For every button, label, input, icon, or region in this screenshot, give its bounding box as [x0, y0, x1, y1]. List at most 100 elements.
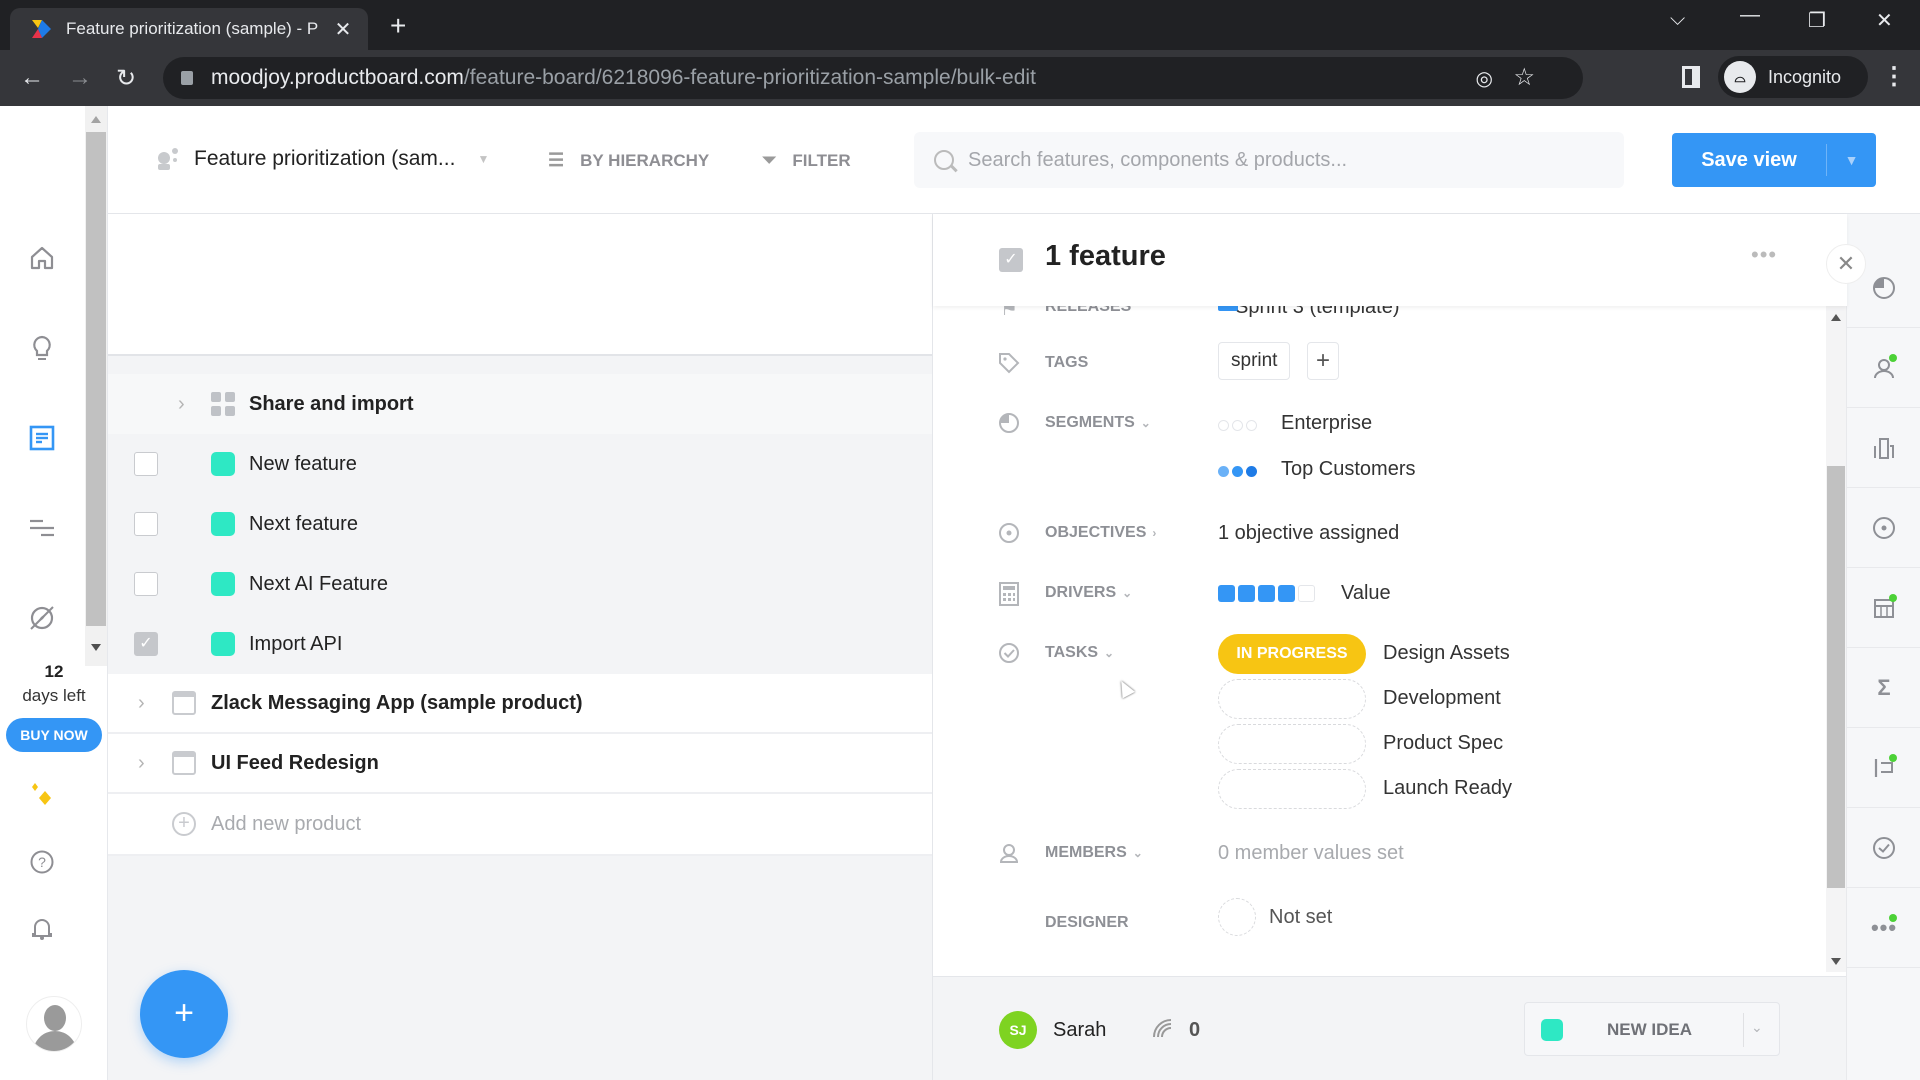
segments-label[interactable]: SEGMENTS ⌄	[1045, 414, 1151, 432]
feature-row[interactable]: New feature	[108, 434, 932, 494]
scroll-thumb[interactable]	[1827, 466, 1845, 888]
task-status-pill-empty[interactable]	[1218, 679, 1366, 719]
task-status-pill-empty[interactable]	[1218, 769, 1366, 809]
feature-row[interactable]: Next AI Feature	[108, 554, 932, 614]
calculator-icon[interactable]	[1847, 568, 1920, 648]
save-view-button[interactable]: Save view ▼	[1672, 133, 1876, 187]
owner-name[interactable]: Sarah	[1053, 1019, 1106, 1042]
driver-score-segment-filled[interactable]	[1218, 585, 1235, 602]
incognito-profile-button[interactable]: ⌓ Incognito	[1718, 56, 1868, 98]
task-status-pill[interactable]: IN PROGRESS	[1218, 634, 1366, 674]
url-field[interactable]: moodjoy.productboard.com/feature-board/6…	[163, 57, 1583, 99]
members-field[interactable]: MEMBERS ⌄ 0 member values set	[933, 832, 1813, 876]
window-close-icon[interactable]: ✕	[1876, 8, 1893, 33]
designer-label: DESIGNER	[1045, 914, 1129, 931]
save-view-dropdown-icon[interactable]: ▼	[1827, 152, 1876, 168]
feature-row[interactable]: ✓ Import API	[108, 614, 932, 674]
back-icon[interactable]: ←	[20, 64, 44, 92]
reload-icon[interactable]: ↻	[116, 64, 136, 93]
forward-icon[interactable]: →	[68, 64, 92, 92]
scroll-thumb[interactable]	[86, 132, 106, 626]
segment-importance-dots[interactable]	[1218, 420, 1257, 431]
driver-score-segment-empty[interactable]	[1298, 585, 1315, 602]
chevron-right-icon[interactable]: ›	[138, 692, 145, 715]
search-box[interactable]	[914, 132, 1624, 188]
browser-menu-icon[interactable]: ⋮	[1882, 62, 1906, 91]
drivers-label[interactable]: DRIVERS ⌄	[1045, 584, 1132, 602]
scroll-up-arrow[interactable]	[1831, 314, 1841, 321]
create-fab-button[interactable]: +	[140, 970, 228, 1058]
chevron-right-icon[interactable]: ›	[178, 393, 185, 416]
more-icon[interactable]: •••	[1847, 888, 1920, 968]
bookmark-star-icon[interactable]: ☆	[1513, 63, 1535, 92]
feature-checkbox[interactable]	[134, 572, 158, 596]
chevron-right-icon[interactable]: ›	[138, 752, 145, 775]
tab-search-icon[interactable]: ⌵	[1670, 8, 1685, 31]
tag-chip[interactable]: sprint	[1218, 342, 1291, 380]
bell-icon[interactable]	[22, 908, 62, 948]
close-panel-button[interactable]: ✕	[1826, 244, 1866, 284]
add-product-row[interactable]: + Add new product	[108, 794, 932, 856]
feature-checkbox-checked[interactable]: ✓	[134, 632, 158, 656]
product-row[interactable]: › Zlack Messaging App (sample product)	[108, 674, 932, 734]
scroll-up-arrow[interactable]	[91, 116, 101, 123]
scroll-down-arrow[interactable]	[91, 644, 101, 651]
segment-name: Top Customers	[1281, 458, 1416, 480]
feature-checkbox[interactable]	[134, 512, 158, 536]
sparkle-icon[interactable]	[22, 776, 62, 816]
close-tab-icon[interactable]: ✕	[332, 17, 354, 42]
group-by-button[interactable]: ☰ BY HIERARCHY	[548, 150, 709, 171]
product-icon	[172, 751, 196, 775]
component-row[interactable]: › Share and import	[108, 374, 932, 434]
objectives-field[interactable]: OBJECTIVES › 1 objective assigned	[933, 512, 1813, 556]
eye-slash-icon[interactable]: ◎	[1476, 66, 1493, 91]
roadmap-icon[interactable]	[22, 508, 62, 548]
buy-now-button[interactable]: BUY NOW	[6, 718, 102, 752]
members-label[interactable]: MEMBERS ⌄	[1045, 844, 1143, 862]
more-options-icon[interactable]: •••	[1751, 242, 1777, 268]
scroll-down-arrow[interactable]	[1831, 958, 1841, 965]
driver-score-segment-filled[interactable]	[1278, 585, 1295, 602]
status-dropdown[interactable]: NEW IDEA ⌄	[1524, 1002, 1780, 1056]
tasks-field: TASKS ⌄ IN PROGRESS Design Assets Develop…	[933, 632, 1813, 812]
minimize-icon[interactable]: —	[1740, 4, 1760, 27]
releases-field[interactable]: ⚑ RELEASES Sprint 3 (template)	[933, 306, 1813, 330]
browser-tab[interactable]: Feature prioritization (sample) - P ✕	[10, 8, 368, 50]
compass-icon[interactable]	[22, 598, 62, 638]
objectives-label[interactable]: OBJECTIVES ›	[1045, 524, 1156, 542]
new-tab-button[interactable]: +	[390, 10, 406, 42]
board-selector[interactable]: Feature prioritization (sam... ▼	[156, 146, 489, 172]
help-icon[interactable]: ?	[22, 842, 62, 882]
owner-avatar[interactable]: SJ	[999, 1011, 1037, 1049]
product-row[interactable]: › UI Feed Redesign	[108, 734, 932, 794]
designer-field[interactable]: DESIGNER Not set	[933, 894, 1813, 950]
release-icon[interactable]	[1847, 728, 1920, 808]
feature-checkbox[interactable]	[134, 452, 158, 476]
nav-scrollbar[interactable]	[85, 106, 107, 666]
company-icon[interactable]	[1847, 408, 1920, 488]
add-tag-button[interactable]: +	[1307, 342, 1339, 380]
task-status-pill-empty[interactable]	[1218, 724, 1366, 764]
chevron-down-icon[interactable]: ⌄	[1751, 1019, 1763, 1036]
user-avatar[interactable]	[26, 996, 82, 1052]
formula-icon[interactable]: Σ	[1847, 648, 1920, 728]
select-all-checkbox[interactable]: ✓	[999, 248, 1023, 272]
restore-icon[interactable]: ❐	[1808, 8, 1826, 33]
filter-button[interactable]: ⏷ FILTER	[762, 150, 851, 171]
side-panel-icon[interactable]	[1682, 66, 1700, 88]
detail-scrollbar[interactable]	[1826, 306, 1846, 972]
objectives-icon[interactable]	[1847, 488, 1920, 568]
persona-icon[interactable]	[1847, 328, 1920, 408]
driver-score-segment-filled[interactable]	[1258, 585, 1275, 602]
features-board-icon[interactable]	[22, 418, 62, 458]
segment-importance-dots[interactable]	[1218, 466, 1257, 477]
search-input[interactable]	[968, 148, 1568, 172]
home-icon[interactable]	[22, 238, 62, 278]
tasks-label[interactable]: TASKS ⌄	[1045, 644, 1114, 662]
tasks-icon[interactable]	[1847, 808, 1920, 888]
driver-score-segment-filled[interactable]	[1238, 585, 1255, 602]
lightbulb-icon[interactable]	[22, 328, 62, 368]
feature-row[interactable]: Next feature	[108, 494, 932, 554]
designer-avatar-placeholder[interactable]	[1218, 898, 1256, 936]
driver-score-bar[interactable]	[1218, 585, 1315, 602]
